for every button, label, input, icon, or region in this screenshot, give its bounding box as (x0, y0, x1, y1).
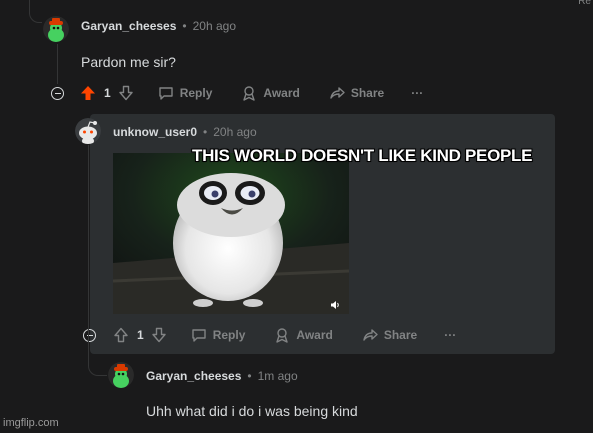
share-button[interactable]: Share (329, 85, 384, 101)
embedded-video[interactable] (113, 153, 349, 314)
comment-username[interactable]: Garyan_cheeses (146, 369, 241, 383)
share-label: Share (350, 86, 385, 100)
default-snoo-avatar-icon (75, 118, 101, 144)
comment-body: Pardon me sir? (81, 54, 176, 70)
downvote-button[interactable] (151, 327, 167, 343)
thread-curve (29, 0, 42, 23)
more-options-button[interactable]: ··· (411, 86, 423, 100)
award-button[interactable]: Award (241, 85, 300, 101)
reply-icon (191, 329, 206, 342)
separator-dot: • (182, 19, 187, 33)
reply-button[interactable]: Reply (158, 85, 213, 101)
comment-username[interactable]: Garyan_cheeses (81, 19, 176, 33)
avatar[interactable] (75, 118, 101, 144)
reply-label: Reply (179, 86, 213, 100)
comment-timestamp[interactable]: 1m ago (258, 369, 298, 383)
upvote-icon (81, 86, 95, 100)
award-button[interactable]: Award (274, 327, 333, 343)
vote-count: 1 (104, 86, 111, 100)
share-label: Share (383, 328, 418, 342)
award-icon (243, 86, 256, 101)
snoo-avatar-icon (108, 362, 134, 388)
more-options-button[interactable]: ··· (444, 328, 456, 342)
upvote-button[interactable] (113, 327, 129, 343)
downvote-button[interactable] (118, 85, 134, 101)
share-icon (363, 329, 378, 341)
volume-icon[interactable] (330, 300, 340, 310)
meme-caption: THIS WORLD DOESN'T LIKE KIND PEOPLE (192, 146, 533, 165)
separator-dot: • (203, 125, 208, 139)
avatar[interactable] (43, 16, 69, 42)
corner-partial-text: Re (578, 0, 591, 7)
imgflip-watermark: imgflip.com (3, 417, 59, 429)
thread-line-comment2[interactable] (88, 145, 89, 325)
snoo-avatar-icon (43, 16, 69, 42)
comment-timestamp[interactable]: 20h ago (213, 125, 256, 139)
share-icon (330, 87, 345, 99)
award-label: Award (296, 328, 333, 342)
thread-line-comment1[interactable] (57, 44, 58, 84)
downvote-icon (151, 327, 166, 343)
reply-icon (158, 87, 173, 100)
reply-button[interactable]: Reply (191, 327, 246, 343)
thread-curve (88, 325, 107, 376)
award-label: Award (263, 86, 300, 100)
comment-body: Uhh what did i do i was being kind (146, 403, 358, 419)
vote-count: 1 (137, 328, 144, 342)
share-button[interactable]: Share (362, 327, 417, 343)
collapse-button[interactable] (51, 87, 64, 100)
downvote-icon (118, 85, 133, 101)
avatar[interactable] (108, 362, 134, 388)
award-icon (276, 328, 289, 343)
video-frame (113, 153, 349, 314)
comment-timestamp[interactable]: 20h ago (193, 19, 236, 33)
upvote-button[interactable] (80, 85, 96, 101)
comment-username[interactable]: unknow_user0 (113, 125, 197, 139)
upvote-icon (114, 327, 128, 343)
reply-label: Reply (212, 328, 246, 342)
separator-dot: • (247, 369, 252, 383)
